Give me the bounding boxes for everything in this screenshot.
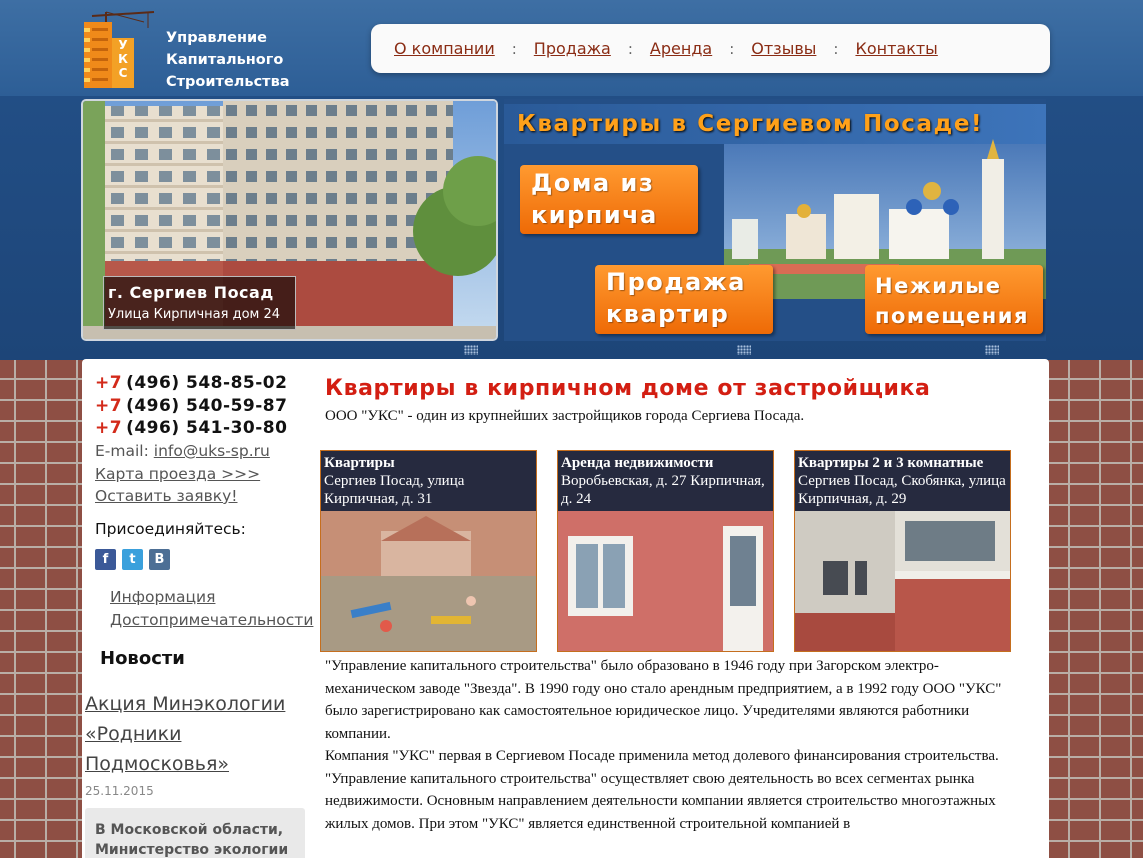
caption-city: г. Сергиев Посад (108, 283, 274, 302)
phone-number: (496) 540-59-87 (126, 396, 288, 416)
email-link[interactable]: info@uks-sp.ru (154, 442, 270, 460)
email-label: E-mail: (95, 442, 149, 460)
news-item-date: 25.11.2015 (85, 784, 154, 798)
map-link[interactable]: Карта проезда >>> (95, 465, 260, 483)
menu-separator: : (833, 39, 839, 58)
news-preview[interactable]: В Московской области, Министерство эколо… (85, 808, 305, 858)
brick-houses-button[interactable]: Дома из кирпича (520, 165, 698, 234)
menu-reviews[interactable]: Отзывы (751, 39, 816, 58)
apartment-sale-button[interactable]: Продажа квартир (595, 265, 773, 334)
decor-dots (985, 345, 999, 355)
phone-2[interactable]: +7 (496) 540-59-87 (95, 396, 287, 416)
card-title: Квартиры 2 и 3 комнатные (798, 455, 984, 471)
news-item-title[interactable]: Акция Минэкологии «Родники Подмосковья» (85, 689, 300, 779)
about-paragraph: "Управление капитального строительства" … (325, 658, 1002, 742)
sights-link[interactable]: Достопримечательности (110, 611, 313, 629)
info-link[interactable]: Информация (110, 588, 215, 606)
card-text: Сергиев Посад, Скобянка, улица Кирпичная… (798, 473, 1006, 507)
card-apartments[interactable]: Квартиры Сергиев Посад, улица Кирпичная,… (320, 450, 537, 652)
site-header: У К С Управление Капитального Строительс… (0, 0, 1143, 96)
decor-dots (737, 345, 751, 355)
promo-title: Квартиры в Сергиевом Посаде! (517, 111, 984, 137)
twitter-icon[interactable]: t (122, 549, 143, 570)
phone-number: (496) 548-85-02 (126, 373, 288, 393)
main-menu: О компании : Продажа : Аренда : Отзывы :… (371, 24, 1050, 73)
svg-text:С: С (119, 66, 128, 80)
svg-text:К: К (118, 52, 128, 66)
menu-contacts[interactable]: Контакты (855, 39, 937, 58)
svg-text:У: У (118, 38, 127, 52)
photo-caption: г. Сергиев Посад Улица Кирпичная дом 24 (103, 276, 296, 330)
brand-line: Строительства (166, 74, 290, 90)
card-caption: Квартиры Сергиев Посад, улица Кирпичная,… (321, 451, 536, 511)
news-heading: Новости (100, 648, 185, 669)
join-label: Присоединяйтесь: (95, 520, 246, 538)
menu-sale[interactable]: Продажа (534, 39, 611, 58)
phone-prefix: +7 (95, 373, 123, 393)
commercial-space-button[interactable]: Нежилые помещения (865, 265, 1043, 334)
page-title: Квартиры в кирпичном доме от застройщика (325, 376, 931, 401)
phone-prefix: +7 (95, 396, 123, 416)
phone-number: (496) 541-30-80 (126, 418, 288, 438)
request-link[interactable]: Оставить заявку! (95, 487, 238, 505)
caption-street: Улица Кирпичная дом 24 (108, 307, 281, 322)
phone-prefix: +7 (95, 418, 123, 438)
menu-separator: : (627, 39, 633, 58)
about-text: "Управление капитального строительства" … (325, 655, 1015, 835)
brand-line: Управление (166, 30, 268, 46)
building-photo[interactable]: г. Сергиев Посад Улица Кирпичная дом 24 (81, 99, 498, 341)
about-paragraph: "Управление капитального строительства" … (325, 770, 996, 832)
promo-banner: Квартиры в Сергиевом Посаде! Дома из кир… (504, 99, 1046, 341)
card-caption: Квартиры 2 и 3 комнатные Сергиев Посад, … (795, 451, 1010, 511)
intro-text: ООО "УКС" - один из крупнейших застройщи… (325, 408, 805, 424)
card-text: Сергиев Посад, улица Кирпичная, д. 31 (324, 473, 465, 507)
vk-icon[interactable]: B (149, 549, 170, 570)
card-text: Воробьевская, д. 27 Кирпичная, д. 24 (561, 473, 765, 507)
card-caption: Аренда недвижимости Воробьевская, д. 27 … (558, 451, 773, 511)
phone-1[interactable]: +7 (496) 548-85-02 (95, 373, 287, 393)
menu-about[interactable]: О компании (394, 39, 495, 58)
company-logo[interactable]: У К С (84, 6, 159, 90)
brand-line: Капитального (166, 52, 284, 68)
menu-rent[interactable]: Аренда (650, 39, 712, 58)
about-paragraph: Компания "УКС" первая в Сергиевом Посаде… (325, 748, 999, 764)
content-panel: +7 (496) 548-85-02 +7 (496) 540-59-87 +7 (4… (82, 359, 1049, 858)
facebook-icon[interactable]: f (95, 549, 116, 570)
decor-dots (464, 345, 478, 355)
menu-separator: : (729, 39, 735, 58)
menu-separator: : (511, 39, 517, 58)
card-rent[interactable]: Аренда недвижимости Воробьевская, д. 27 … (557, 450, 774, 652)
email-row: E-mail: info@uks-sp.ru (95, 442, 270, 460)
card-2-3-rooms[interactable]: Квартиры 2 и 3 комнатные Сергиев Посад, … (794, 450, 1011, 652)
card-title: Аренда недвижимости (561, 455, 714, 471)
phone-3[interactable]: +7 (496) 541-30-80 (95, 418, 287, 438)
card-title: Квартиры (324, 455, 395, 471)
brand-name[interactable]: Управление Капитального Строительства (166, 27, 290, 93)
